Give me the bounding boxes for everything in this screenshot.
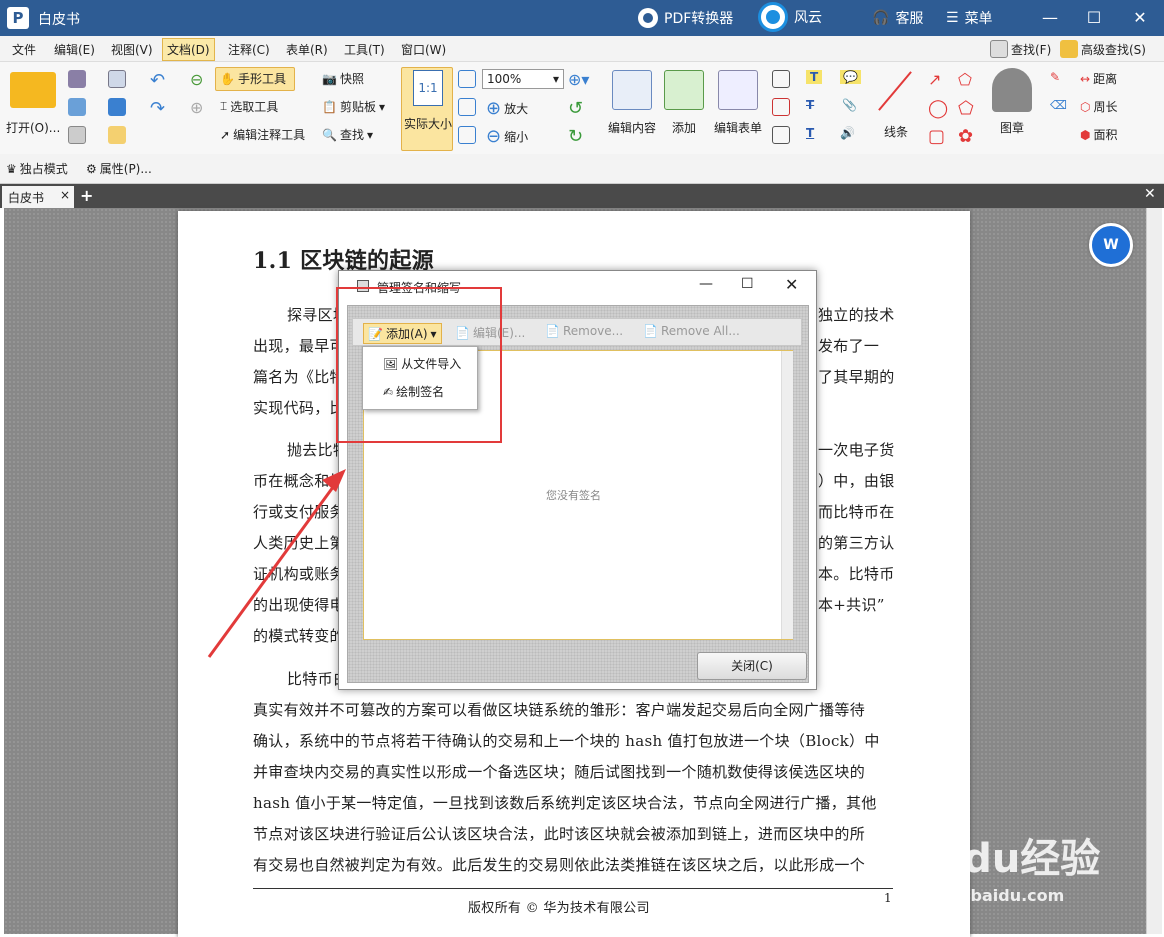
annotation-arrow: [207, 469, 346, 658]
watermark-brand: Baidu经验: [892, 836, 1101, 882]
watermark-url: jingyan.baidu.com: [898, 886, 1065, 905]
